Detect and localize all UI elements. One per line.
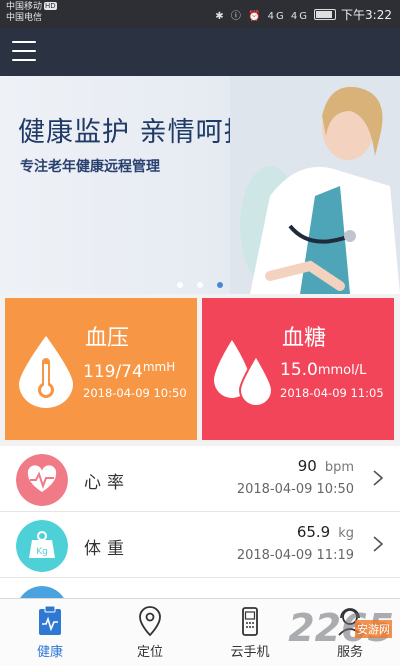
- status-icons: ✱ ⓘ ⏰ 4G 4G: [215, 11, 310, 22]
- carrier-1: 中国移动: [6, 2, 43, 12]
- blood-sugar-title: 血糖: [282, 326, 327, 351]
- tab-cloud-phone-label: 云手机: [230, 645, 270, 660]
- thermometer-drop-icon: [19, 336, 73, 408]
- tab-location-label: 定位: [136, 645, 163, 660]
- heart-rate-icon: [16, 454, 68, 506]
- tab-service[interactable]: 服务: [300, 599, 400, 666]
- status-bar: 中国移动 HD 中国电信 ✱ ⓘ ⏰ 4G 4G 下午3:22: [0, 0, 400, 28]
- menu-line: [12, 50, 36, 52]
- blood-pressure-tile[interactable]: 血压 119/74mmH 2018-04-09 10:50: [5, 298, 197, 440]
- tab-service-label: 服务: [336, 645, 363, 660]
- location-pin-icon: [139, 606, 161, 637]
- chevron-right-icon: [373, 470, 384, 486]
- clock: 下午3:22: [341, 8, 392, 22]
- blood-sugar-tile[interactable]: 血糖 15.0mmol/L 2018-04-09 11:05: [202, 298, 394, 440]
- tab-health-label: 健康: [36, 645, 63, 660]
- tab-location[interactable]: 定位: [100, 599, 200, 666]
- pager-dot-active[interactable]: [217, 282, 223, 288]
- phone-icon: [242, 607, 258, 636]
- svg-text:Kg: Kg: [36, 547, 48, 557]
- blood-pressure-value: 119/74mmH: [83, 360, 175, 382]
- weight-value: 65.9 kg: [297, 523, 354, 541]
- hr-unit: bpm: [324, 460, 354, 475]
- banner-pager: [0, 282, 400, 288]
- wt-number: 65.9: [296, 523, 331, 541]
- bottom-tab-bar: 健康 定位 云手机 服务: [0, 598, 400, 666]
- menu-line: [12, 59, 36, 61]
- pager-dot[interactable]: [177, 282, 183, 288]
- banner-title: 健康监护 亲情呵护: [18, 117, 252, 148]
- weight-time: 2018-04-09 11:19: [236, 548, 354, 563]
- blood-drops-icon: [214, 340, 274, 407]
- health-clipboard-icon: [39, 605, 61, 635]
- promo-banner[interactable]: 健康监护 亲情呵护 专注老年健康远程管理: [0, 76, 400, 294]
- wt-unit: kg: [338, 526, 354, 541]
- list-item-heart-rate[interactable]: 心率 90 bpm 2018-04-09 10:50: [0, 446, 400, 512]
- heart-rate-value: 90 bpm: [298, 457, 354, 475]
- bp-number: 119/74: [83, 362, 143, 382]
- battery-icon: [314, 9, 337, 20]
- hr-number: 90: [297, 457, 317, 475]
- heart-rate-time: 2018-04-09 10:50: [236, 482, 354, 497]
- carrier-2: 中国电信: [6, 13, 43, 23]
- pager-dot[interactable]: [197, 282, 203, 288]
- status-right: ✱ ⓘ ⏰ 4G 4G 下午3:22: [215, 6, 392, 23]
- list-item-weight[interactable]: Kg 体重 65.9 kg 2018-04-09 11:19: [0, 512, 400, 578]
- chevron-right-icon: [373, 536, 384, 552]
- app-screen: 中国移动 HD 中国电信 ✱ ⓘ ⏰ 4G 4G 下午3:22 健康监护 亲情呵护…: [0, 0, 400, 666]
- hamburger-menu-icon[interactable]: [12, 41, 36, 63]
- list-item-body-fat[interactable]: [0, 578, 400, 598]
- blood-sugar-value: 15.0mmol/L: [280, 360, 366, 380]
- hd-badge: HD: [44, 2, 57, 10]
- banner-subtitle: 专注老年健康远程管理: [20, 159, 160, 175]
- metrics-list: 心率 90 bpm 2018-04-09 10:50 Kg 体重 65.9 kg 2…: [0, 446, 400, 598]
- heart-rate-label: 心率: [84, 473, 130, 493]
- blood-pressure-title: 血压: [85, 326, 130, 351]
- doctor-illustration: [230, 76, 400, 294]
- service-agent-icon: [338, 608, 362, 636]
- body-fat-icon: [20, 586, 64, 598]
- carrier-info: 中国移动 HD 中国电信: [6, 2, 57, 24]
- bs-number: 15.0: [280, 360, 318, 380]
- bs-unit: mmol/L: [317, 363, 367, 378]
- tab-health[interactable]: 健康: [0, 599, 100, 666]
- bp-unit: mmH: [142, 360, 176, 374]
- weight-icon: Kg: [16, 520, 68, 572]
- menu-line: [12, 41, 36, 43]
- tab-cloud-phone[interactable]: 云手机: [200, 599, 300, 666]
- weight-label: 体重: [84, 539, 130, 559]
- blood-pressure-time: 2018-04-09 10:50: [83, 386, 187, 400]
- top-navbar: [0, 28, 400, 76]
- blood-sugar-time: 2018-04-09 11:05: [280, 386, 384, 400]
